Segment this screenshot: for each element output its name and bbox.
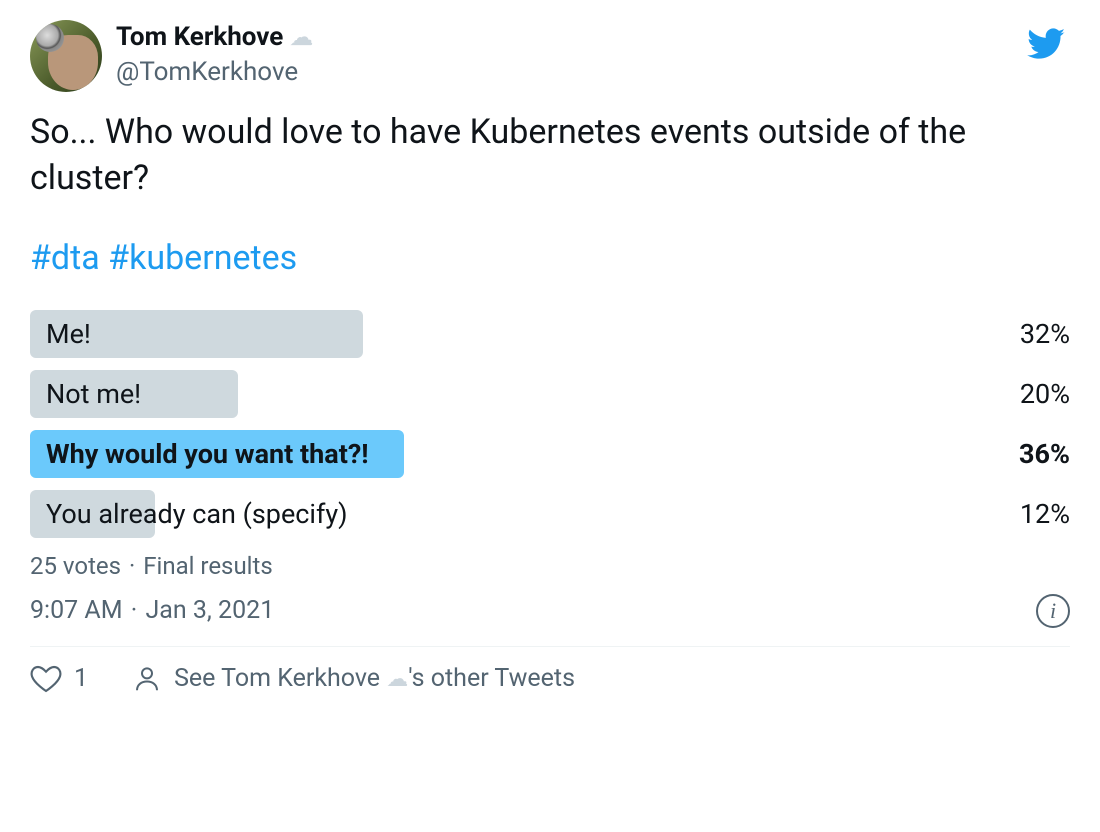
see-other-tweets-link[interactable]: See Tom Kerkhove ☁'s other Tweets: [132, 664, 575, 694]
info-icon[interactable]: i: [1036, 594, 1070, 628]
poll-option: You already can (specify) 12%: [30, 490, 1070, 538]
poll-option-label: Not me!: [30, 378, 141, 410]
see-other-suffix: 's other Tweets: [408, 664, 575, 693]
twitter-logo-icon[interactable]: [1026, 24, 1066, 64]
like-count: 1: [74, 664, 88, 693]
poll-option-pct: 20%: [1020, 378, 1070, 410]
poll-option: Why would you want that?! 36%: [30, 430, 1070, 478]
timestamp[interactable]: 9:07 AM · Jan 3, 2021: [30, 596, 274, 625]
tweet-date: Jan 3, 2021: [145, 596, 274, 625]
poll-option-pct: 36%: [1019, 438, 1070, 470]
timestamp-row: 9:07 AM · Jan 3, 2021 i: [30, 594, 1070, 647]
poll-option: Not me! 20%: [30, 370, 1070, 418]
person-icon: [132, 664, 162, 694]
actions-row: 1 See Tom Kerkhove ☁'s other Tweets: [30, 663, 1070, 695]
tweet-header: Tom Kerkhove ☁ @TomKerkhove: [30, 20, 1070, 92]
separator-dot: ·: [129, 596, 140, 625]
poll-status: Final results: [143, 552, 273, 580]
separator-dot: ·: [127, 552, 137, 580]
handle: @TomKerkhove: [116, 55, 313, 90]
see-other-prefix: See Tom Kerkhove: [174, 664, 386, 693]
poll-option-label: Me!: [30, 318, 91, 350]
hashtag-link[interactable]: #kubernetes: [108, 238, 297, 278]
author-names[interactable]: Tom Kerkhove ☁ @TomKerkhove: [116, 20, 313, 90]
poll-meta: 25 votes · Final results: [30, 552, 1070, 580]
heart-icon: [30, 663, 62, 695]
poll-option: Me! 32%: [30, 310, 1070, 358]
like-button[interactable]: 1: [30, 663, 88, 695]
hashtag-row: #dta #kubernetes: [30, 236, 1070, 282]
poll-votes: 25 votes: [30, 552, 121, 580]
tweet-card: Tom Kerkhove ☁ @TomKerkhove So... Who wo…: [0, 0, 1100, 713]
display-name: Tom Kerkhove: [116, 20, 283, 55]
avatar[interactable]: [30, 20, 102, 92]
poll-option-pct: 32%: [1020, 318, 1070, 350]
poll: Me! 32% Not me! 20% Why would you want t…: [30, 310, 1070, 538]
cloud-icon: ☁: [289, 21, 313, 53]
tweet-text: So... Who would love to have Kubernetes …: [30, 110, 1070, 202]
tweet-time: 9:07 AM: [30, 596, 123, 625]
poll-option-pct: 12%: [1020, 498, 1070, 530]
poll-option-label: You already can (specify): [30, 498, 348, 530]
poll-option-label: Why would you want that?!: [30, 438, 369, 470]
hashtag-link[interactable]: #dta: [30, 238, 100, 278]
cloud-icon: ☁: [386, 667, 408, 692]
